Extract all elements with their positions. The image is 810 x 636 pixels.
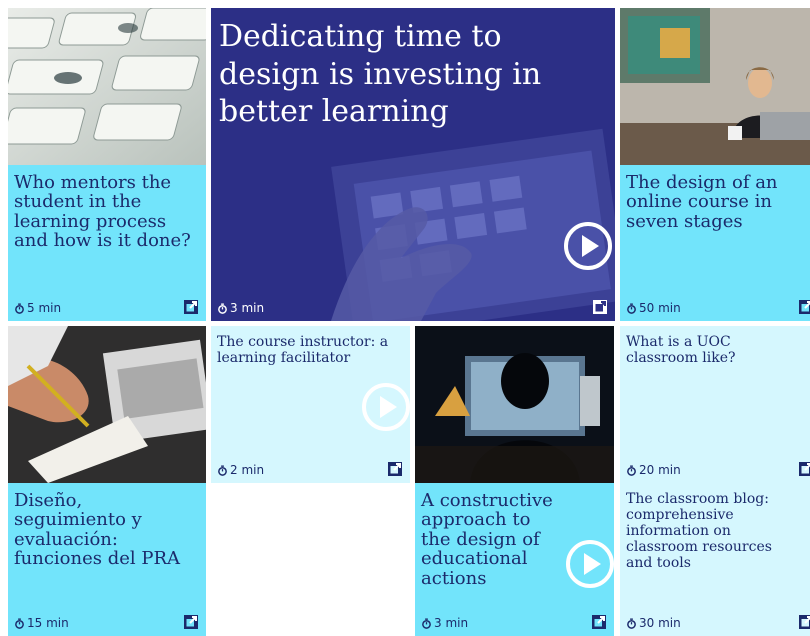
duration-text: 5 min <box>27 301 62 315</box>
duration-text: 30 min <box>639 616 681 630</box>
stopwatch-icon <box>422 617 431 629</box>
external-link-icon[interactable] <box>183 299 199 315</box>
duration-text: 50 min <box>639 301 681 315</box>
duration-text: 20 min <box>639 463 681 477</box>
stopwatch-icon <box>218 464 227 476</box>
duration-text: 3 min <box>434 616 469 630</box>
stopwatch-icon <box>627 464 636 476</box>
card-title: The classroom blog: comprehensive inform… <box>626 491 772 572</box>
card-uoc-classroom[interactable]: What is a UOC classroom like? 20 min <box>620 326 810 483</box>
card-design-online-course[interactable]: The design of an online course in seven … <box>620 8 810 321</box>
stopwatch-icon <box>15 302 24 314</box>
duration: 20 min <box>626 463 681 477</box>
duration-text: 2 min <box>230 463 265 477</box>
duration: 3 min <box>421 616 468 630</box>
silhouette-monitor-photo <box>415 326 614 483</box>
duration-text: 3 min <box>230 301 265 315</box>
card-body: The design of an online course in seven … <box>620 165 810 321</box>
duration: 50 min <box>626 301 681 315</box>
card-title: The design of an online course in seven … <box>626 172 778 232</box>
card-classroom-blog[interactable]: The classroom blog: comprehensive inform… <box>620 483 810 636</box>
monitor-photo-tile <box>415 326 614 483</box>
card-title: Who mentors the student in the learning … <box>14 172 191 252</box>
woman-laptop-photo <box>620 8 810 166</box>
card-title: The course instructor: a learning facili… <box>217 334 389 367</box>
play-icon[interactable] <box>565 539 614 589</box>
card-constructive-approach[interactable]: A constructive approach to the design of… <box>415 483 614 636</box>
external-link-icon[interactable] <box>591 614 607 630</box>
card-course-instructor[interactable]: The course instructor: a learning facili… <box>211 326 410 483</box>
card-who-mentors[interactable]: Who mentors the student in the learning … <box>8 8 206 321</box>
stopwatch-icon <box>15 617 24 629</box>
card-diseno-pra[interactable]: Diseño, seguimiento y evaluación: funcio… <box>8 483 206 636</box>
writing-hand-photo <box>8 326 206 483</box>
duration: 3 min <box>217 301 264 315</box>
writing-photo-tile <box>8 326 206 483</box>
card-title: A constructive approach to the design of… <box>421 490 553 589</box>
duration-text: 15 min <box>27 616 69 630</box>
duration: 2 min <box>217 463 264 477</box>
external-link-icon[interactable] <box>798 461 810 477</box>
card-title: What is a UOC classroom like? <box>626 334 736 367</box>
stopwatch-icon <box>627 617 636 629</box>
duration: 5 min <box>14 301 61 315</box>
keyboard-photo <box>8 8 206 166</box>
play-icon[interactable] <box>563 221 613 271</box>
card-dedicating-time[interactable]: Dedicating time to design is investing i… <box>211 8 615 321</box>
play-icon[interactable] <box>361 382 410 432</box>
external-link-icon[interactable] <box>592 299 608 315</box>
external-link-icon[interactable] <box>798 614 810 630</box>
card-title: Diseño, seguimiento y evaluación: funcio… <box>14 490 181 570</box>
stopwatch-icon <box>627 302 636 314</box>
external-link-icon[interactable] <box>798 299 810 315</box>
stopwatch-icon <box>218 302 227 314</box>
duration: 30 min <box>626 616 681 630</box>
external-link-icon[interactable] <box>183 614 199 630</box>
hero-title: Dedicating time to design is investing i… <box>219 19 542 129</box>
external-link-icon[interactable] <box>387 461 403 477</box>
card-body: Who mentors the student in the learning … <box>8 165 206 321</box>
duration: 15 min <box>14 616 69 630</box>
